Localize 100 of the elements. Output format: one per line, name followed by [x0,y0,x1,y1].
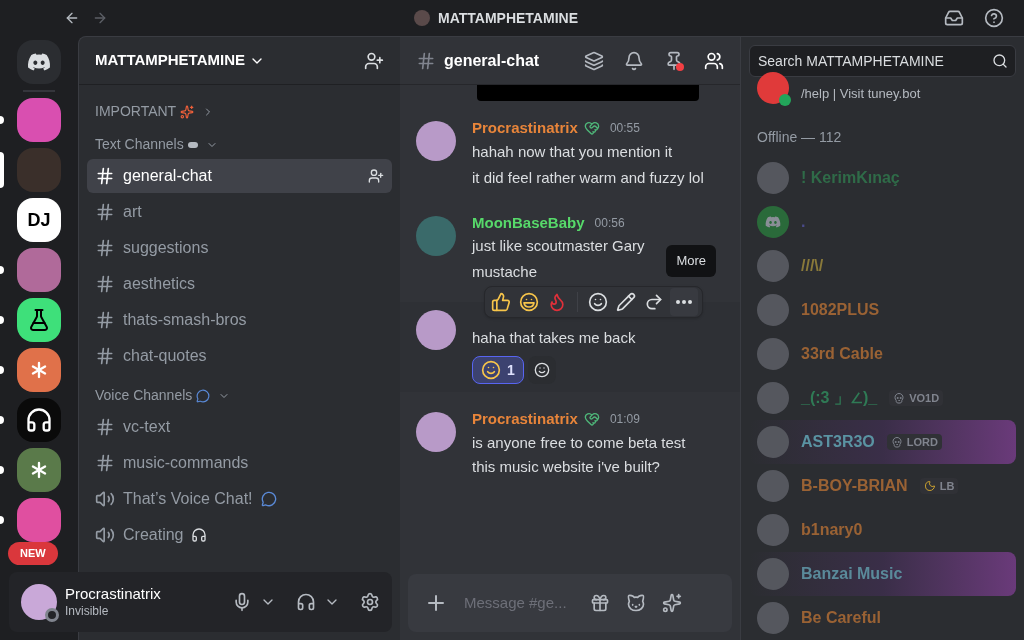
channel-name: chat-quotes [123,346,207,366]
member-item[interactable]: b1nary0 [749,508,1016,552]
member-item[interactable]: 33rd Cable [749,332,1016,376]
member-name: . [801,212,806,232]
reaction[interactable]: 1 [472,356,524,384]
member-item[interactable]: B-BOY-BRIAN LB [749,464,1016,508]
speech-icon [260,491,277,507]
server-icon[interactable]: DJ [17,198,61,242]
invite-icon[interactable] [364,50,384,71]
laughing-face-icon[interactable] [519,292,539,312]
member-avatar [757,162,789,194]
category-title[interactable]: IMPORTANT [95,101,177,122]
microphone-icon[interactable] [232,592,252,612]
server-icon[interactable] [17,448,61,492]
skull-icon [890,436,903,448]
member-item[interactable]: Be Careful [749,596,1016,640]
badge-icon [583,411,600,428]
hash-icon [95,453,115,473]
thumbs-up-icon[interactable] [491,292,511,312]
smiley-icon [533,362,550,378]
avatar [416,215,456,256]
channel-item[interactable]: vc-text [87,410,392,444]
server-icon[interactable] [17,298,61,342]
add-reaction-icon[interactable] [588,292,608,312]
member-tag: VO1D [889,389,944,407]
window-title: MATTAMPHETAMINE [438,9,578,28]
member-avatar [757,470,789,502]
author-name[interactable]: Procrastinatrix [472,117,578,140]
member-item[interactable]: _(:3 」∠)_ VO1D [749,376,1016,420]
channel-name: suggestions [123,238,209,258]
channel-name: art [123,202,142,222]
member-name: 33rd Cable [801,344,883,364]
hash-icon [95,346,115,366]
badge-icon [583,120,600,137]
channel-item[interactable]: That’s Voice Chat! [87,482,392,516]
author-name[interactable]: MoonBaseBaby [472,211,585,234]
server-icon[interactable] [17,40,61,84]
message-text: mustache [472,262,538,282]
hash-icon [95,417,115,437]
channel-name: Creating [123,525,184,545]
member-item[interactable]: ///\/ [749,244,1016,288]
member-avatar [757,426,789,458]
headphones-icon [25,406,53,434]
inbox-icon[interactable] [944,8,964,28]
category-title[interactable]: Text Channels [95,134,184,155]
settings-icon[interactable] [360,592,380,612]
threads-icon[interactable] [584,50,604,71]
flame-icon[interactable] [547,292,567,312]
tooltip: More [666,245,716,277]
face-icon [481,360,501,380]
channel-item[interactable]: chat-quotes [87,339,392,373]
speaker-icon [95,489,115,509]
user-status: Invisible [65,603,110,619]
channel-item[interactable]: Creating [87,518,392,552]
hash-icon [95,274,115,294]
channel-item[interactable]: general-chat [87,159,392,193]
add-reaction-button[interactable] [527,356,556,384]
member-name: Banzai Music [801,564,903,584]
server-icon[interactable] [17,348,61,392]
message-field[interactable]: Message #ge... [464,591,574,615]
message-input[interactable]: Message #ge... [408,574,732,632]
server-name[interactable]: MATTAMPHETAMINE [95,49,245,72]
member-item[interactable]: 1082PLUS [749,288,1016,332]
bell-icon[interactable] [624,50,644,71]
members-icon[interactable] [704,50,724,71]
sticker-icon[interactable] [626,593,646,613]
flask-icon [27,308,51,332]
member-name: 1082PLUS [801,300,880,320]
channel-item[interactable]: aesthetics [87,267,392,301]
headphones-icon[interactable] [296,592,316,612]
search-icon[interactable] [992,53,1008,69]
category-title[interactable]: Voice Channels [95,385,193,406]
server-icon[interactable] [17,398,61,442]
channel-name: aesthetics [123,274,196,294]
channel-item[interactable]: music-commands [87,446,392,480]
ellipsis-icon [676,300,692,304]
edit-icon[interactable] [616,292,636,312]
channel-item[interactable]: art [87,195,392,229]
new-badge: NEW [8,542,58,565]
channel-item[interactable]: suggestions [87,231,392,265]
forward-arrow-icon[interactable] [92,10,108,26]
user-avatar[interactable] [21,584,57,620]
hash-icon [95,202,115,222]
gift-icon[interactable] [590,593,610,613]
apps-icon[interactable] [662,593,682,613]
channel-name: thats-smash-bros [123,310,247,330]
search-field[interactable]: Search MATTAMPHETAMINE [749,45,1016,77]
more-button[interactable] [670,288,698,316]
online-status-icon [779,94,791,106]
member-name: b1nary0 [801,520,863,540]
invite-icon[interactable] [368,168,384,184]
message-text: is anyone free to come beta test this music website i've built? [472,432,687,477]
author-name[interactable]: Procrastinatrix [472,408,578,431]
channel-name: vc-text [123,417,171,437]
back-arrow-icon[interactable] [64,10,80,26]
message-text: just like scoutmaster Gary [472,236,645,256]
forward-icon[interactable] [644,292,664,312]
user-name: Procrastinatrix [65,585,162,604]
help-icon[interactable] [984,8,1004,28]
channel-item[interactable]: thats-smash-bros [87,303,392,337]
